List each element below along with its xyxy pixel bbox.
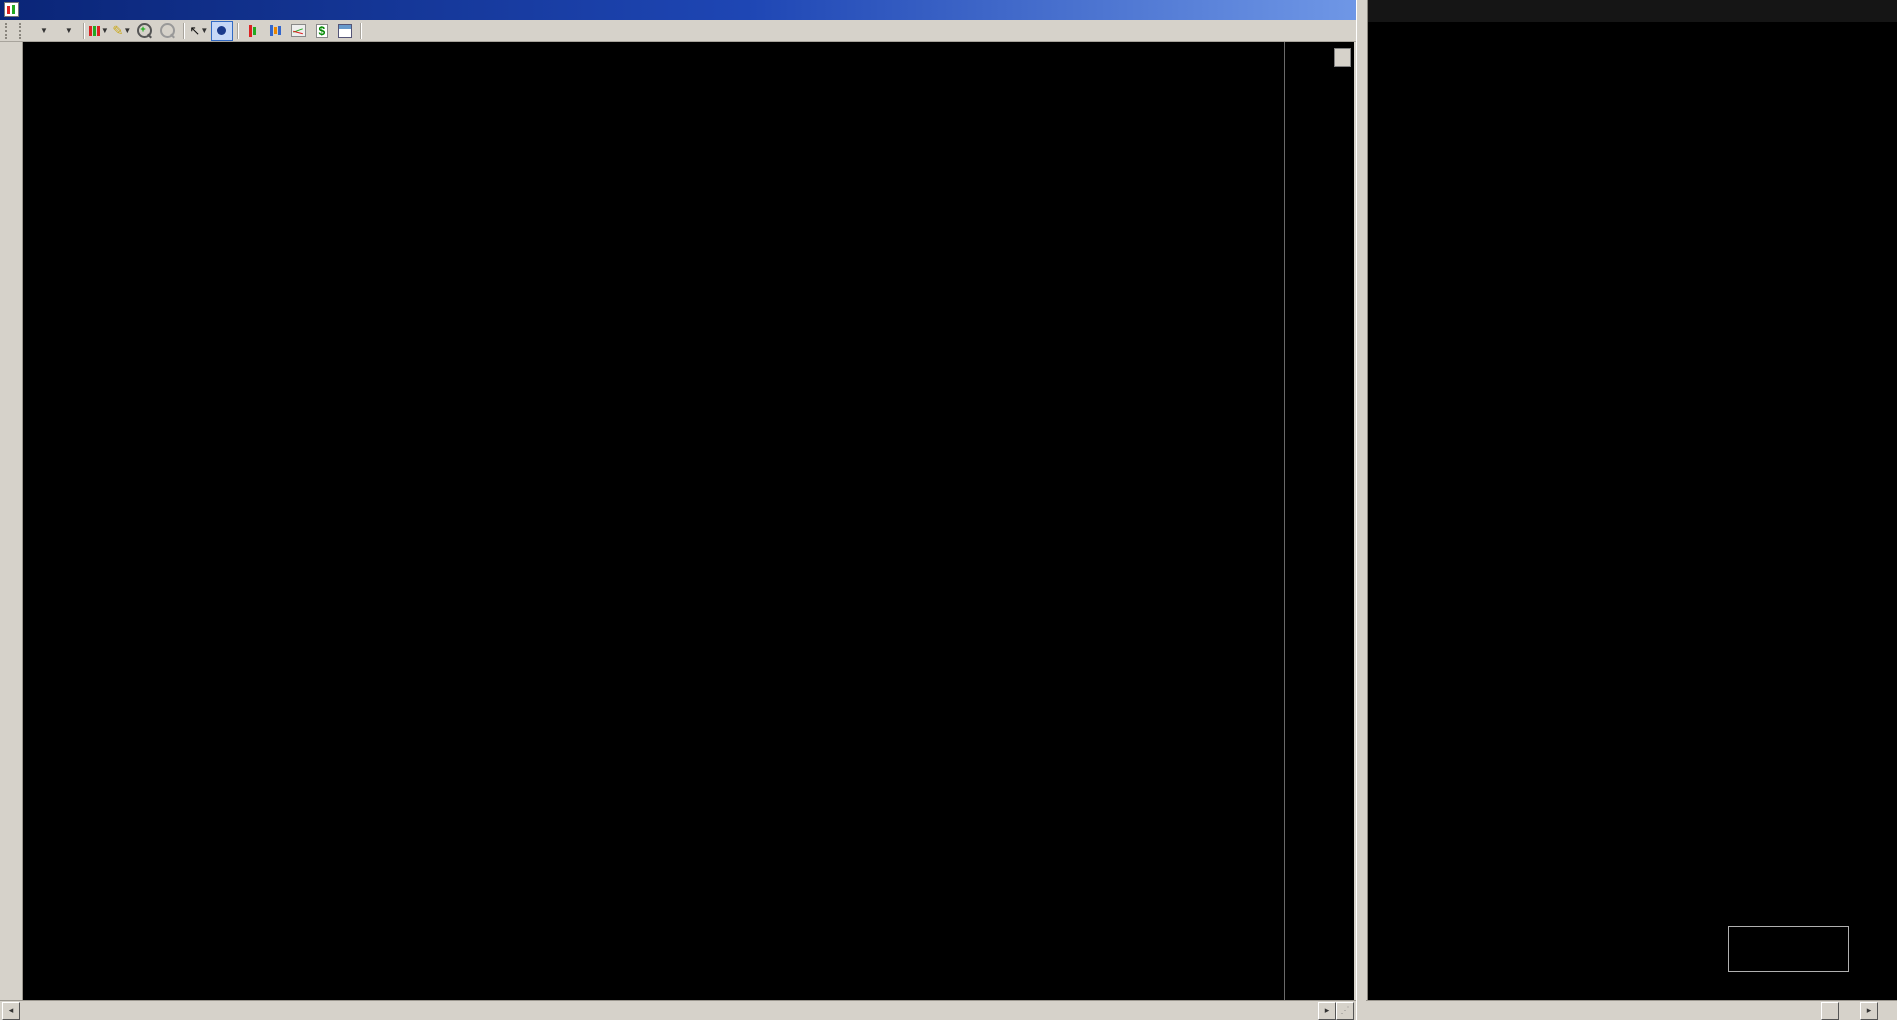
chevron-down-icon: ▼ <box>123 26 131 35</box>
main-price-chart[interactable] <box>22 42 1284 1000</box>
chart-window-button[interactable] <box>288 21 310 41</box>
ninjatrader-workspace: ▼ ▼ ▼ ✎ ▼ + ↖ ▼ <box>0 0 1897 1020</box>
market-profile-chart[interactable] <box>1366 22 1897 1000</box>
instrument-dropdown[interactable]: ▼ <box>30 24 54 37</box>
profile-window-titlebar[interactable] <box>1366 0 1897 22</box>
toolbar-grip[interactable] <box>5 23 12 39</box>
scroll-left-button[interactable]: ◂ <box>2 1002 20 1020</box>
toolbar-grip[interactable] <box>19 23 26 39</box>
app-icon <box>4 2 19 17</box>
market-analyzer-button[interactable] <box>265 21 287 41</box>
table-icon <box>338 24 352 38</box>
toolbar-separator <box>360 23 361 39</box>
zoom-out-button[interactable] <box>157 21 179 41</box>
interval-dropdown[interactable]: ▼ <box>55 24 79 37</box>
drawing-tools-sidebar <box>0 42 23 1000</box>
main-toolbar: ▼ ▼ ▼ ✎ ▼ + ↖ ▼ <box>0 20 1356 42</box>
blue-bar-icon <box>270 25 273 36</box>
grid-window-button[interactable] <box>334 21 356 41</box>
toolbar-separator <box>83 23 84 39</box>
chart-trader-tab[interactable] <box>1334 48 1351 67</box>
data-box-icon <box>217 26 226 35</box>
drawing-tools-button[interactable]: ✎ ▼ <box>111 21 133 41</box>
zoom-in-button[interactable]: + <box>134 21 156 41</box>
scroll-right-button[interactable]: ▸ <box>1860 1002 1878 1020</box>
zoom-in-icon: + <box>137 23 152 38</box>
chevron-down-icon: ▼ <box>101 26 109 35</box>
cursor-icon: ↖ <box>189 23 200 39</box>
candlestick-icon <box>89 26 92 36</box>
candlestick-icon <box>97 26 100 36</box>
toolbar-separator <box>183 23 184 39</box>
pencil-icon: ✎ <box>112 23 123 39</box>
data-box-button[interactable] <box>211 21 233 41</box>
zoom-out-icon <box>160 23 175 38</box>
dollar-icon: $ <box>316 24 329 38</box>
chevron-down-icon: ▼ <box>200 26 208 35</box>
blue-bar-icon <box>278 26 281 35</box>
scroll-right-button[interactable]: ▸ <box>1318 1002 1336 1020</box>
orange-bar-icon <box>274 27 277 34</box>
account-button[interactable]: $ <box>311 21 333 41</box>
main-window-titlebar[interactable] <box>0 0 1356 20</box>
cursor-tool-button[interactable]: ↖ ▼ <box>188 21 210 41</box>
resize-grip[interactable]: ⋰ <box>1336 1002 1354 1020</box>
candlestick-icon <box>93 26 96 36</box>
order-entry-button[interactable] <box>242 21 264 41</box>
mini-chart-icon <box>291 24 306 37</box>
green-bar-icon <box>253 27 256 35</box>
red-bar-icon <box>249 25 252 37</box>
price-axis-divider <box>1284 42 1285 1000</box>
chart-style-button[interactable]: ▼ <box>88 21 110 41</box>
scroll-thumb[interactable] <box>1821 1002 1839 1020</box>
toolbar-separator <box>237 23 238 39</box>
chevron-down-icon: ▼ <box>40 26 48 35</box>
main-bottom-scrollbar[interactable]: ◂ ▸ ⋰ <box>0 1000 1356 1020</box>
profile-bottom-scrollbar[interactable]: ▸ <box>1366 1000 1897 1020</box>
chevron-down-icon: ▼ <box>65 26 73 35</box>
